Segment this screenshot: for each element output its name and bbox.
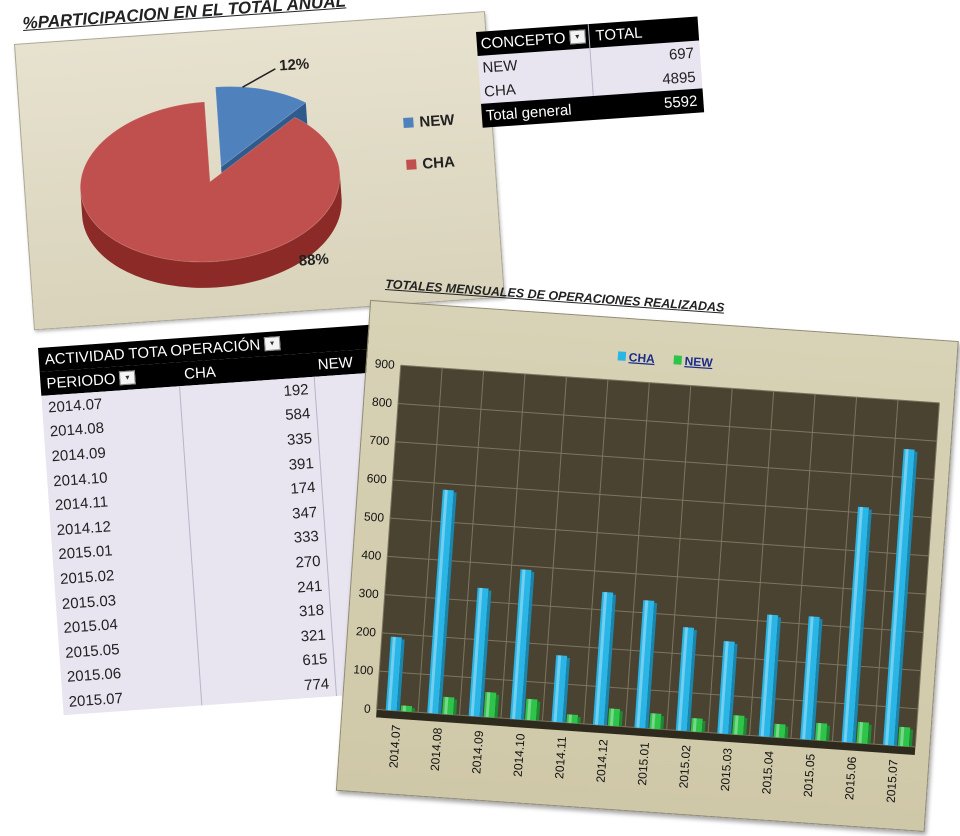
filter-dropdown-icon[interactable]: ▾ — [263, 336, 281, 352]
x-tick-label: 2015.05 — [801, 753, 818, 798]
periodo-header: PERIODO — [45, 370, 117, 392]
x-tick-label: 2014.11 — [552, 736, 569, 780]
x-tick-label: 2015.04 — [759, 750, 776, 795]
x-tick-label: 2014.10 — [511, 733, 528, 778]
filter-dropdown-icon[interactable]: ▾ — [119, 370, 136, 386]
x-tick-label: 2015.07 — [884, 759, 901, 804]
y-tick-label: 900 — [374, 356, 395, 371]
x-tick-label: 2015.02 — [676, 744, 693, 789]
bar-chart-panel: 0 100 200 300 400 500 600 700 800 900 2014.07 2014.… — [335, 299, 959, 832]
legend-label: CHA — [422, 154, 456, 173]
bar-new — [483, 692, 500, 718]
y-tick-label: 200 — [356, 624, 377, 639]
pie-leader-line — [242, 68, 276, 88]
bar-new — [525, 698, 541, 721]
bar-chart-container: TOTALES MENSUALES DE OPERACIONES REALIZA… — [335, 274, 960, 832]
x-tick-label: 2014.09 — [469, 730, 486, 775]
y-tick-label: 500 — [364, 509, 385, 524]
bar-new — [856, 721, 872, 744]
bar-chart: 0 100 200 300 400 500 600 700 800 900 2014.07 2014.… — [353, 350, 940, 804]
filter-dropdown-icon[interactable]: ▾ — [568, 29, 586, 45]
legend-swatch — [673, 355, 683, 365]
pie-label-cha: 88% — [298, 251, 329, 270]
y-tick-label: 400 — [361, 548, 382, 563]
x-tick-label: 2014.07 — [386, 724, 403, 769]
y-tick-label: 700 — [369, 433, 390, 448]
bar-new — [732, 715, 748, 736]
y-tick-label: 0 — [363, 702, 371, 716]
total-general-value: 5592 — [663, 92, 698, 112]
x-tick-label: 2015.03 — [718, 747, 735, 792]
legend-label: NEW — [419, 111, 456, 130]
x-tick-label: 2015.06 — [842, 756, 859, 801]
x-tick-label: 2015.01 — [635, 741, 652, 786]
legend-label: CHA — [628, 350, 655, 366]
x-tick-label: 2014.12 — [594, 738, 611, 783]
legend-swatch — [403, 117, 414, 129]
total-table: CONCEPTO ▾ TOTAL NEW 697 CHA 4895 Total … — [476, 16, 705, 128]
y-tick-label: 300 — [358, 586, 379, 601]
y-tick-label: 800 — [372, 395, 393, 410]
bar-new — [897, 726, 914, 747]
concepto-header: CONCEPTO — [480, 29, 566, 53]
y-tick-label: 600 — [366, 471, 387, 486]
legend-swatch — [617, 351, 627, 361]
legend-swatch — [406, 159, 417, 170]
x-tick-label: 2014.08 — [428, 727, 445, 772]
y-tick-label: 100 — [353, 662, 374, 677]
pie-label-new: 12% — [279, 55, 310, 74]
legend-label: NEW — [684, 354, 714, 370]
